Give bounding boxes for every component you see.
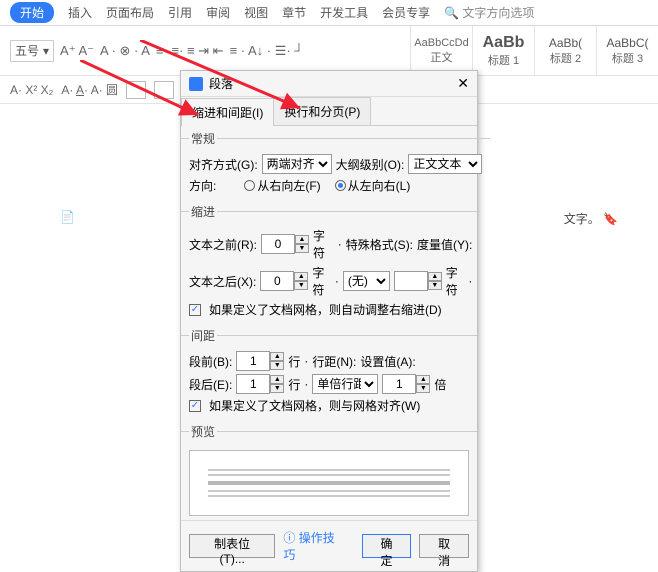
legend-indent: 缩进 xyxy=(189,203,217,220)
align-label: 对齐方式(G): xyxy=(189,156,258,173)
outline-select[interactable]: 正文文本 xyxy=(408,154,482,174)
tab-line-page[interactable]: 换行和分页(P) xyxy=(273,97,371,125)
unit-line2: 行 xyxy=(288,376,300,393)
down-icon[interactable]: ▼ xyxy=(270,361,284,370)
up-icon[interactable]: ▲ xyxy=(270,375,284,384)
subscript-btn[interactable]: A· X² X₂ xyxy=(10,83,53,97)
set-value-label: 设置值(A): xyxy=(360,353,415,370)
preview-box xyxy=(189,450,469,516)
unit-char2: 字符 xyxy=(312,264,331,298)
set-value-spin[interactable]: ▲▼ xyxy=(382,374,430,394)
grid-align-label: 如果定义了文档网格，则与网格对齐(W) xyxy=(209,397,420,414)
unit-char3: 字符 xyxy=(446,264,465,298)
line-spacing-label: 行距(N): xyxy=(312,353,356,370)
legend-spacing: 间距 xyxy=(189,327,217,344)
auto-indent-check[interactable]: ✓ xyxy=(189,304,201,316)
doc-text-right: 文字。 xyxy=(564,212,600,226)
radio-rtl[interactable]: 从右向左(F) xyxy=(244,177,320,194)
tab-dev[interactable]: 开发工具 xyxy=(320,4,368,21)
tab-ref[interactable]: 引用 xyxy=(168,4,192,21)
close-icon[interactable]: ✕ xyxy=(457,75,469,92)
indent-before-spin[interactable]: ▲▼ xyxy=(261,234,309,254)
dialog-titlebar: 段落 ✕ xyxy=(181,71,477,97)
down-icon[interactable]: ▼ xyxy=(416,384,430,393)
ok-button[interactable]: 确定 xyxy=(362,534,412,558)
up-icon[interactable]: ▲ xyxy=(294,272,308,281)
font-buttons[interactable]: A · ⊗ · A xyxy=(100,43,150,59)
section-spacing: 间距 段前(B): ▲▼ 行· 行距(N): 设置值(A): 段后(E): ▲▼… xyxy=(181,327,477,419)
tab-review[interactable]: 审阅 xyxy=(206,4,230,21)
cancel-button[interactable]: 取消 xyxy=(419,534,469,558)
auto-indent-label: 如果定义了文档网格，则自动调整右缩进(D) xyxy=(209,301,442,318)
indent-after-label: 文本之后(X): xyxy=(189,273,256,290)
up-icon[interactable]: ▲ xyxy=(428,272,442,281)
style-h1[interactable]: AaBb标题 1 xyxy=(472,26,534,75)
unit-bei: 倍 xyxy=(434,376,446,393)
tabstops-button[interactable]: 制表位(T)... xyxy=(189,534,275,558)
section-general: 常规 对齐方式(G): 两端对齐 大纲级别(O): 正文文本 方向: 从右向左(… xyxy=(181,130,490,199)
tab-view[interactable]: 视图 xyxy=(244,4,268,21)
app-tabs: 开始 插入 页面布局 引用 审阅 视图 章节 开发工具 会员专享 🔍 文字方向选… xyxy=(0,0,658,26)
section-preview: 预览 xyxy=(181,423,477,446)
measure-label: 度量值(Y): xyxy=(417,236,472,253)
unit-char1: 字符 xyxy=(313,227,334,261)
down-icon[interactable]: ▼ xyxy=(295,244,309,253)
measure-spin[interactable]: ▲▼ xyxy=(394,271,442,291)
tab-indent-spacing[interactable]: 缩进和间距(I) xyxy=(181,98,274,126)
outline-label: 大纲级别(O): xyxy=(336,156,405,173)
dialog-tabs: 缩进和间距(I) 换行和分页(P) xyxy=(181,97,477,126)
section-indent: 缩进 文本之前(R): ▲▼ 字符· 特殊格式(S): 度量值(Y): 文本之后… xyxy=(181,203,480,323)
font-size-buttons[interactable]: A⁺ A⁻ xyxy=(60,43,94,59)
legend-general: 常规 xyxy=(189,130,217,147)
down-icon[interactable]: ▼ xyxy=(294,281,308,290)
radio-ltr[interactable]: 从左向右(L) xyxy=(335,177,411,194)
tab-insert[interactable]: 插入 xyxy=(68,4,92,21)
indent-after-spin[interactable]: ▲▼ xyxy=(260,271,308,291)
down-icon[interactable]: ▼ xyxy=(270,384,284,393)
dir-label: 方向: xyxy=(189,177,216,194)
align-center[interactable] xyxy=(154,81,174,99)
unit-line1: 行 xyxy=(288,353,300,370)
tab-section[interactable]: 章节 xyxy=(282,4,306,21)
dialog-title: 段落 xyxy=(209,75,233,92)
style-normal[interactable]: AaBbCcDd正文 xyxy=(410,26,472,75)
font-rb[interactable]: A· A· A· 圆 xyxy=(61,81,118,98)
align-left[interactable] xyxy=(126,81,146,99)
tab-member[interactable]: 会员专享 xyxy=(382,4,430,21)
line-spacing-select[interactable]: 单倍行距 xyxy=(312,374,378,394)
down-icon[interactable]: ▼ xyxy=(428,281,442,290)
style-h3[interactable]: AaBbC(标题 3 xyxy=(596,26,658,75)
list-buttons[interactable]: ≡· ≡· ≡ ⇥ ⇤ xyxy=(156,43,224,59)
indent-before-label: 文本之前(R): xyxy=(189,236,257,253)
legend-preview: 预览 xyxy=(189,423,217,440)
space-before-spin[interactable]: ▲▼ xyxy=(236,351,284,371)
up-icon[interactable]: ▲ xyxy=(270,352,284,361)
ribbon: 五号▾ A⁺ A⁻ A · ⊗ · A ≡· ≡· ≡ ⇥ ⇤ ≡ · A↓ ·… xyxy=(0,26,658,76)
font-size-select[interactable]: 五号▾ xyxy=(10,40,54,62)
doc-icon: 📄 xyxy=(60,210,75,227)
para-buttons[interactable]: ≡ · A↓ · ☰· ┘ xyxy=(230,43,304,59)
align-select[interactable]: 两端对齐 xyxy=(262,154,332,174)
grid-align-check[interactable]: ✓ xyxy=(189,400,201,412)
app-icon xyxy=(189,77,203,91)
special-select[interactable]: (无) xyxy=(343,271,390,291)
search-hint[interactable]: 🔍 文字方向选项 xyxy=(444,4,534,21)
space-after-spin[interactable]: ▲▼ xyxy=(236,374,284,394)
special-label: 特殊格式(S): xyxy=(346,236,413,253)
space-after-label: 段后(E): xyxy=(189,376,232,393)
tab-start[interactable]: 开始 xyxy=(10,2,54,23)
up-icon[interactable]: ▲ xyxy=(295,235,309,244)
paragraph-dialog: 段落 ✕ 缩进和间距(I) 换行和分页(P) 常规 对齐方式(G): 两端对齐 … xyxy=(180,70,478,572)
tips-link[interactable]: ⓘ 操作技巧 xyxy=(283,529,345,563)
style-h2[interactable]: AaBb(标题 2 xyxy=(534,26,596,75)
style-gallery: AaBbCcDd正文 AaBb标题 1 AaBb(标题 2 AaBbC(标题 3 xyxy=(410,26,658,75)
space-before-label: 段前(B): xyxy=(189,353,232,370)
dialog-actions: 制表位(T)... ⓘ 操作技巧 确定 取消 xyxy=(181,520,477,571)
tab-layout[interactable]: 页面布局 xyxy=(106,4,154,21)
up-icon[interactable]: ▲ xyxy=(416,375,430,384)
